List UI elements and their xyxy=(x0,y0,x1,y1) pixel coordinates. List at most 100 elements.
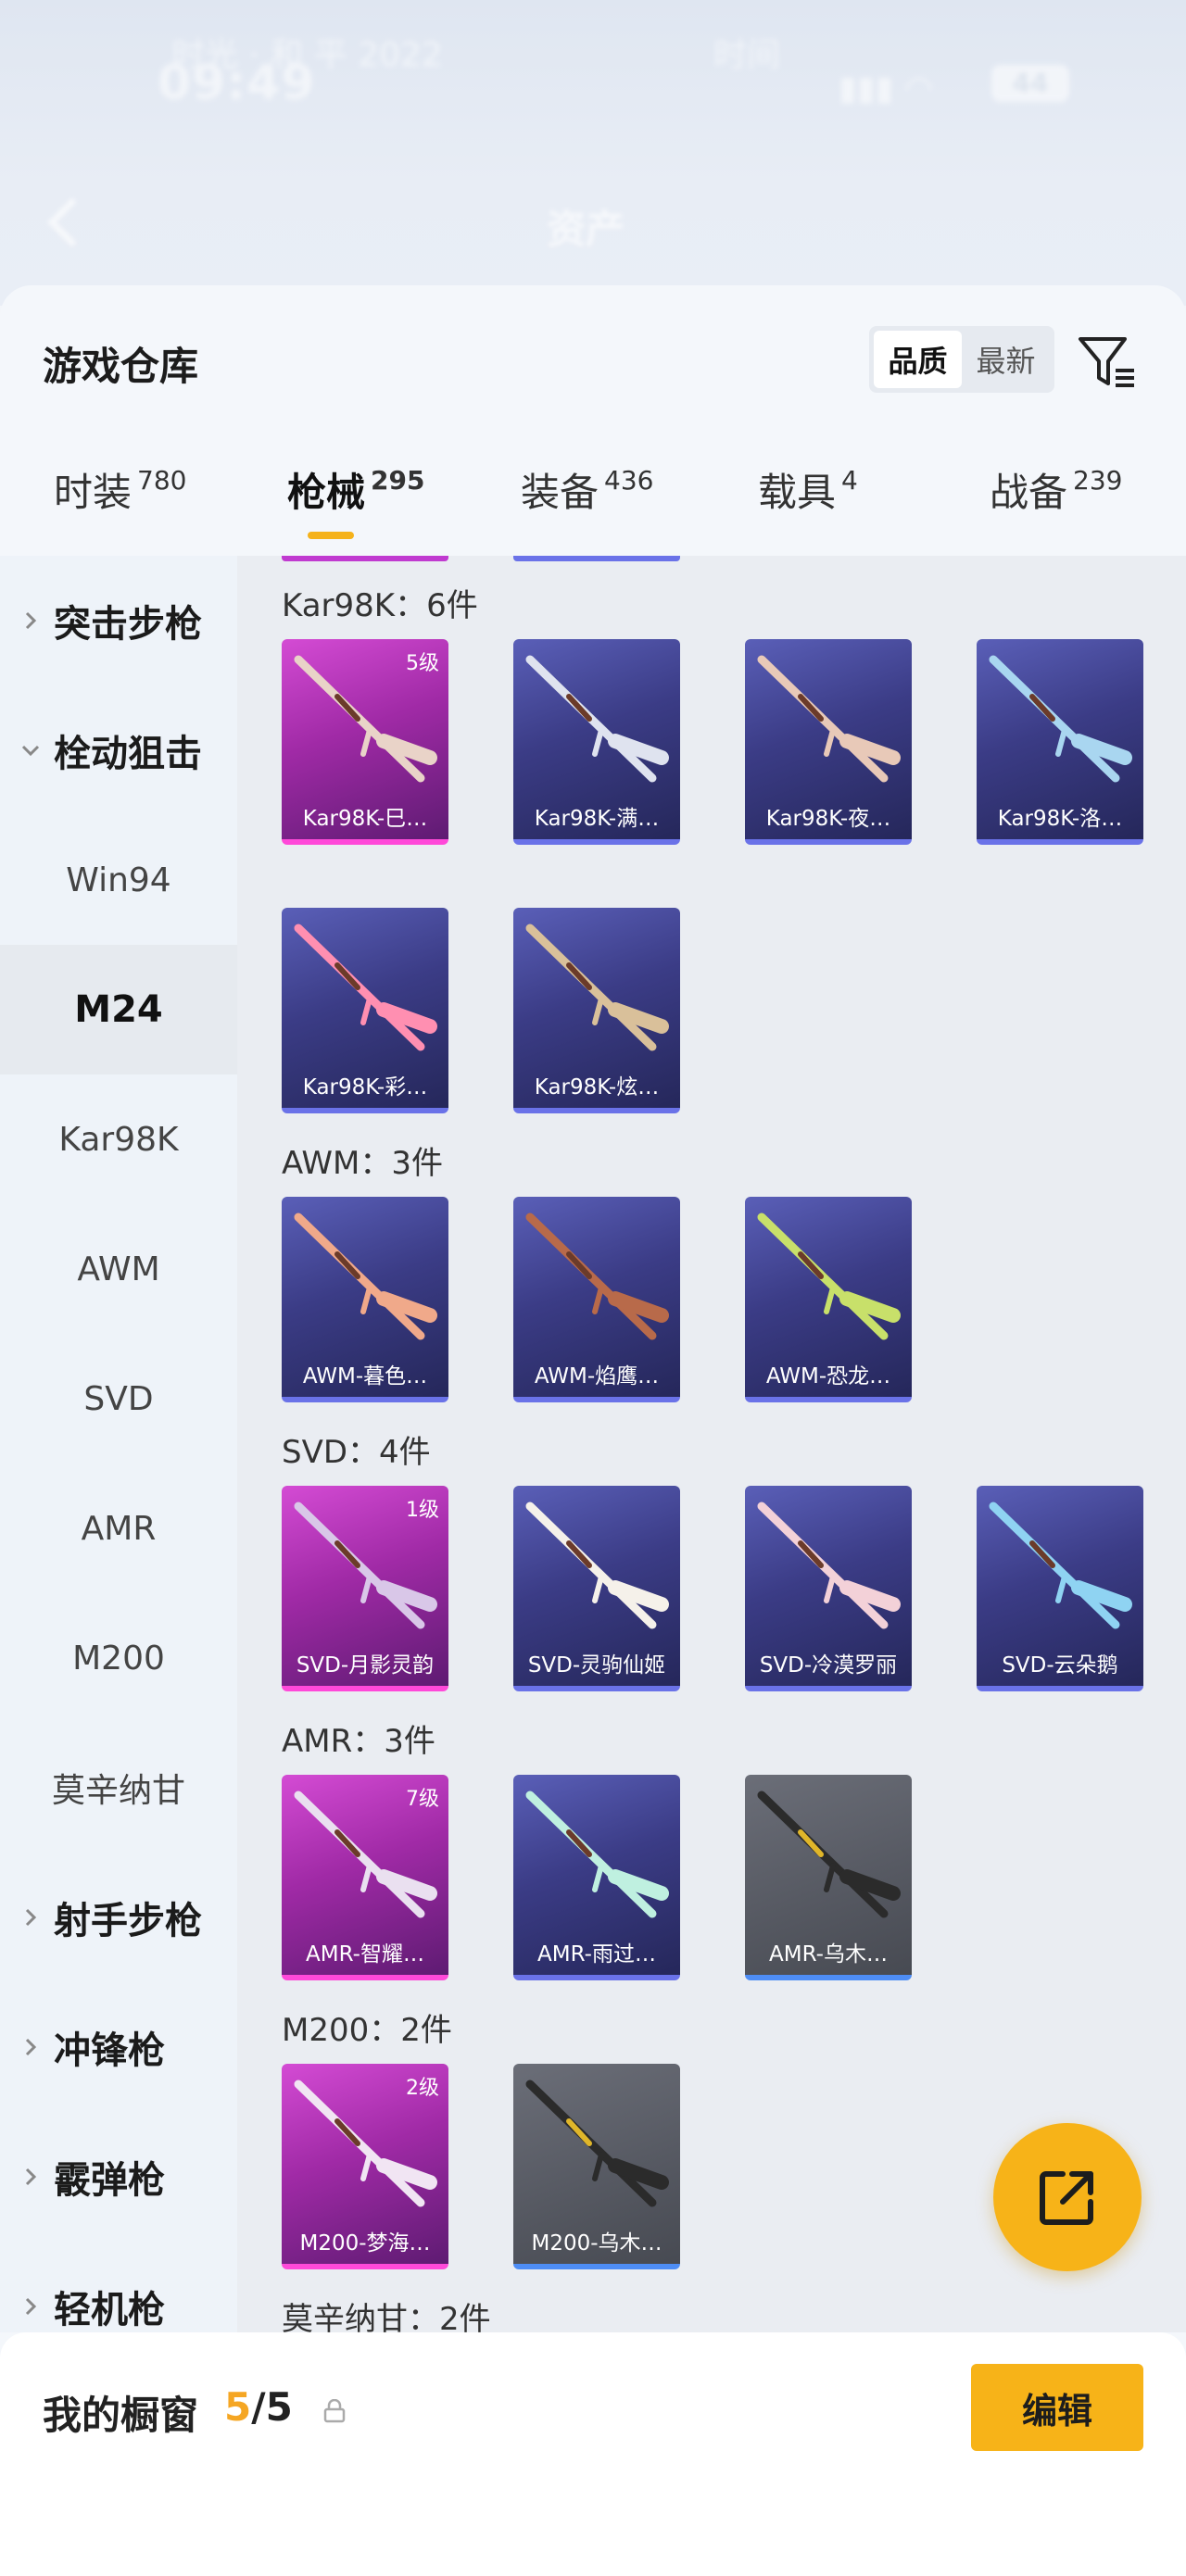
signal-wifi-icon: ▮▮▮ ◠ xyxy=(839,69,934,107)
tab-label: 战备 xyxy=(990,470,1068,515)
skin-level-badge: 2级 xyxy=(406,2077,439,2100)
nav-title: 资产 xyxy=(547,207,625,252)
skin-name: Kar98K-洛… xyxy=(997,807,1123,831)
weapon-skin-card[interactable]: AMR-雨过… xyxy=(513,1775,680,1980)
rifle-icon xyxy=(757,1791,901,1918)
showcase-bar: 我的橱窗 5/5 编辑 xyxy=(0,2332,1186,2576)
sidebar-item-label: 轻机枪 xyxy=(54,2289,165,2331)
sidebar-item-m24[interactable]: M24 xyxy=(0,945,237,1074)
tab-supplies[interactable]: 战备 239 xyxy=(990,461,1122,554)
weapon-skin-card[interactable]: Kar98K-夜… xyxy=(745,639,912,845)
share-icon xyxy=(1040,2171,1093,2225)
weapon-skin-card[interactable]: M200-乌木… xyxy=(513,2064,680,2269)
sidebar-item-shotgun[interactable]: 霰弹枪 xyxy=(0,2112,237,2242)
sidebar-item-win94[interactable]: Win94 xyxy=(0,815,237,945)
tab-label: 枪械 xyxy=(287,470,366,515)
back-arrow-icon[interactable] xyxy=(39,195,95,250)
weapon-skin-card[interactable]: SVD-灵驹仙姬 xyxy=(513,1486,680,1691)
sidebar-item-label: 莫辛纳甘 xyxy=(51,1772,185,1810)
chevron-right-icon xyxy=(25,2038,37,2056)
tab-count: 295 xyxy=(371,465,425,496)
group-title: M200：2件 xyxy=(282,2012,452,2049)
sidebar-item-awm[interactable]: AWM xyxy=(0,1204,237,1334)
battery-icon: 44 xyxy=(991,65,1069,102)
tab-equipment[interactable]: 装备 436 xyxy=(521,461,653,554)
lock-icon xyxy=(323,2399,346,2423)
tab-count: 239 xyxy=(1073,465,1123,496)
filter-icon[interactable] xyxy=(1075,330,1140,395)
nav-bar: 资产 xyxy=(0,176,1186,278)
rifle-icon xyxy=(525,1791,669,1918)
skin-level-badge: 1级 xyxy=(406,1499,439,1522)
page-title: 游戏仓库 xyxy=(43,344,199,389)
tab-label: 装备 xyxy=(521,470,599,515)
group-title: SVD：4件 xyxy=(282,1434,431,1471)
edit-button[interactable]: 编辑 xyxy=(971,2364,1143,2451)
weapon-skin-card[interactable]: Kar98K-满… xyxy=(513,639,680,845)
weapon-type-sidebar: 突击步枪 栓动狙击 Win94 M24 Kar98K AWM SVD AMR M… xyxy=(0,556,237,2332)
sidebar-item-smg[interactable]: 冲锋枪 xyxy=(0,1982,237,2112)
skin-name: AMR-乌木… xyxy=(769,1942,888,1967)
weapon-skin-card[interactable]: AWM-暮色… xyxy=(282,1197,448,1402)
rifle-icon xyxy=(757,1502,901,1629)
weapon-skin-card[interactable]: Kar98K-洛… xyxy=(977,639,1143,845)
weapon-skin-card[interactable]: Kar98K-彩… xyxy=(282,908,448,1113)
sidebar-item-label: M200 xyxy=(72,1639,165,1678)
tab-count: 780 xyxy=(137,465,187,496)
sort-option-newest[interactable]: 最新 xyxy=(962,331,1050,388)
weapon-skin-card[interactable]: 7级 AMR-智耀… xyxy=(282,1775,448,1980)
skin-level-badge: 7级 xyxy=(406,1788,439,1811)
carrier-label-right: 时间 xyxy=(713,36,781,74)
skin-name: SVD-云朵鹅 xyxy=(1002,1653,1118,1678)
skin-name: SVD-灵驹仙姬 xyxy=(527,1653,666,1678)
showcase-total: /5 xyxy=(251,2384,293,2430)
sidebar-item-label: 冲锋枪 xyxy=(54,2029,165,2072)
sidebar-item-amr[interactable]: AMR xyxy=(0,1464,237,1593)
rifle-icon xyxy=(757,1213,901,1340)
tab-fashion[interactable]: 时装 780 xyxy=(54,461,186,554)
sidebar-item-marksman-rifle[interactable]: 射手步枪 xyxy=(0,1853,237,1982)
sidebar-item-label: 射手步枪 xyxy=(54,1900,202,1942)
weapon-skin-card[interactable]: 1级 SVD-月影灵韵 xyxy=(282,1486,448,1691)
sidebar-item-assault-rifle[interactable]: 突击步枪 xyxy=(0,556,237,685)
sidebar-item-label: 霰弹枪 xyxy=(54,2159,165,2202)
sidebar-item-label: 突击步枪 xyxy=(54,603,202,646)
tab-label: 载具 xyxy=(758,470,837,515)
skin-name: Kar98K-炫… xyxy=(534,1075,660,1100)
sidebar-item-svd[interactable]: SVD xyxy=(0,1334,237,1464)
weapon-skin-card[interactable]: SVD-云朵鹅 xyxy=(977,1486,1143,1691)
sidebar-item-kar98k[interactable]: Kar98K xyxy=(0,1074,237,1204)
group-title: Kar98K：6件 xyxy=(282,587,478,624)
skin-name: AWM-暮色… xyxy=(302,1364,428,1389)
rifle-icon xyxy=(989,655,1132,783)
category-tabs: 时装 780 枪械 295 装备 436 载具 4 战备 239 xyxy=(0,461,1186,563)
rifle-icon xyxy=(989,1502,1132,1629)
tab-count: 436 xyxy=(604,465,654,496)
card-edge xyxy=(282,556,448,561)
weapon-skin-card[interactable]: Kar98K-炫… xyxy=(513,908,680,1113)
sort-option-quality[interactable]: 品质 xyxy=(874,331,962,388)
chevron-right-icon xyxy=(25,611,37,630)
status-time: 09:49 xyxy=(158,56,316,111)
skin-name: SVD-冷漠罗丽 xyxy=(759,1653,898,1678)
share-button[interactable] xyxy=(993,2123,1142,2271)
tab-count: 4 xyxy=(841,465,858,496)
skin-name: SVD-月影灵韵 xyxy=(296,1653,435,1678)
skin-name: AMR-智耀… xyxy=(306,1942,424,1967)
weapon-skin-card[interactable]: AWM-恐龙… xyxy=(745,1197,912,1402)
weapon-skin-card[interactable]: AWM-焰鹰… xyxy=(513,1197,680,1402)
skin-name: M200-梦海… xyxy=(299,2231,431,2256)
sidebar-item-label: 栓动狙击 xyxy=(54,733,202,775)
weapon-skin-card[interactable]: 2级 M200-梦海… xyxy=(282,2064,448,2269)
sidebar-item-m200[interactable]: M200 xyxy=(0,1593,237,1723)
weapon-skin-card[interactable]: SVD-冷漠罗丽 xyxy=(745,1486,912,1691)
tab-weapons[interactable]: 枪械 295 xyxy=(287,461,424,554)
weapon-skin-card[interactable]: 5级 Kar98K-巳… xyxy=(282,639,448,845)
group-title: 莫辛纳甘：2件 xyxy=(282,2301,491,2332)
sidebar-item-bolt-sniper[interactable]: 栓动狙击 xyxy=(0,685,237,815)
skin-name: Kar98K-夜… xyxy=(765,807,891,831)
sidebar-item-mosin[interactable]: 莫辛纳甘 xyxy=(0,1723,237,1853)
sort-toggle: 品质 最新 xyxy=(869,326,1054,393)
tab-vehicles[interactable]: 载具 4 xyxy=(758,461,858,554)
weapon-skin-card[interactable]: AMR-乌木… xyxy=(745,1775,912,1980)
